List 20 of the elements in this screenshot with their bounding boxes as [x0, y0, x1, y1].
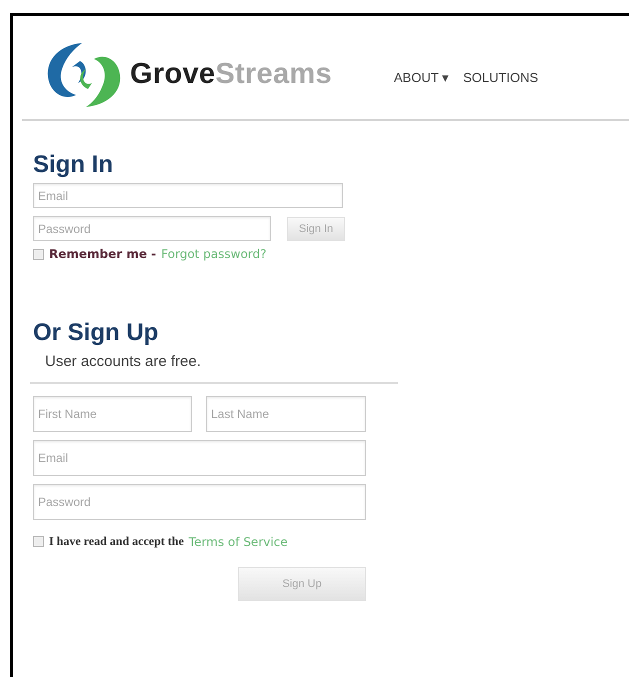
password-field[interactable]: Password — [33, 216, 271, 241]
email-field[interactable]: Email — [33, 440, 366, 476]
first-name-field[interactable]: First Name — [33, 396, 192, 432]
last-name-field[interactable]: Last Name — [206, 396, 366, 432]
email-field[interactable]: Email — [33, 183, 343, 208]
sign-in-button[interactable]: Sign In — [287, 216, 345, 240]
sign-up-heading: Or Sign Up — [33, 319, 160, 347]
remember-label: Remember me - — [49, 247, 156, 261]
terms-link[interactable]: Terms of Service — [188, 534, 288, 548]
brand-name: GroveStreams — [130, 58, 332, 91]
password-field[interactable]: Password — [33, 484, 366, 520]
sign-up-button[interactable]: Sign Up — [238, 567, 366, 601]
nav-link[interactable]: SOLUTIONS — [463, 70, 538, 85]
subtitle: User accounts are free. — [45, 353, 202, 370]
sign-in-heading: Sign In — [33, 151, 114, 179]
nav-link[interactable]: ABOUT ▾ — [394, 70, 450, 85]
forgot-password-link[interactable]: Forgot password? — [161, 247, 267, 261]
checkbox[interactable] — [33, 536, 44, 547]
terms-label: I have read and accept the — [49, 534, 184, 549]
checkbox[interactable] — [33, 248, 44, 260]
